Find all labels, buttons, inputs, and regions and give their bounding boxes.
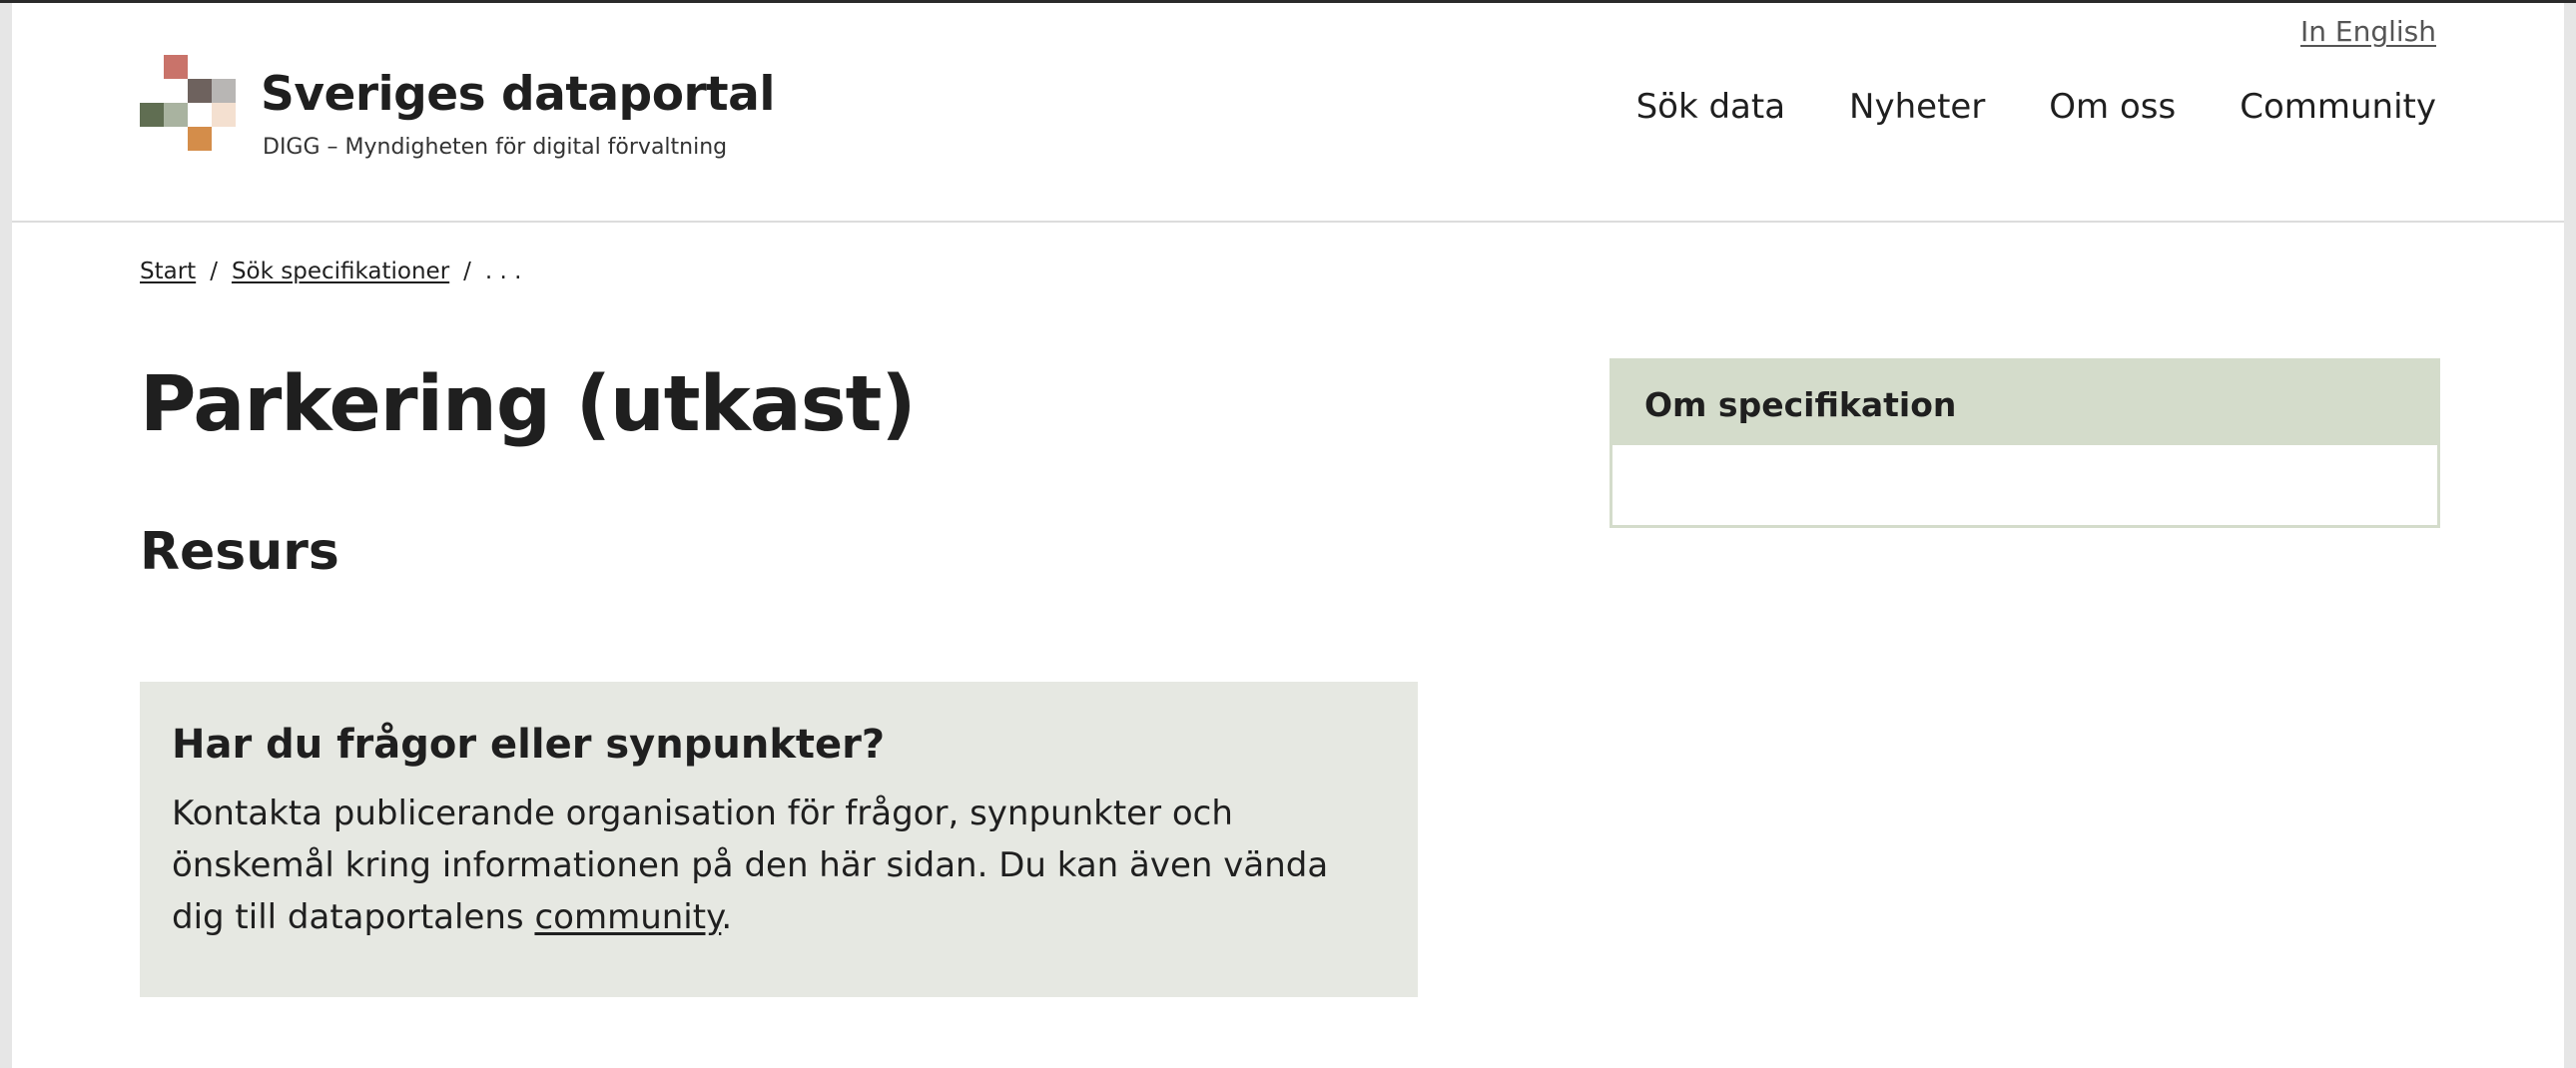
page-title: Parkering (utkast) <box>140 360 917 449</box>
breadcrumb-specifications-link[interactable]: Sök specifikationer <box>232 259 449 284</box>
nav-item-om-oss[interactable]: Om oss <box>2049 87 2176 127</box>
nav-item-nyheter[interactable]: Nyheter <box>1849 87 1985 127</box>
community-link[interactable]: community <box>534 897 721 937</box>
logo-square <box>164 55 188 79</box>
specification-info-card: Om specifikation <box>1610 358 2440 528</box>
feedback-text: Kontakta publicerande organisation för f… <box>172 788 1390 943</box>
language-switch-link[interactable]: In English <box>2300 15 2436 48</box>
site-header: In English Sveriges dataportal DIGG – My… <box>12 3 2564 223</box>
page-container: In English Sveriges dataportal DIGG – My… <box>12 3 2564 1068</box>
breadcrumb-separator: / <box>210 259 218 284</box>
logo-square <box>212 79 236 103</box>
logo-square <box>188 79 212 103</box>
feedback-text-end: . <box>721 897 733 937</box>
nav-item-sok-data[interactable]: Sök data <box>1636 87 1785 127</box>
main-navigation: Sök data Nyheter Om oss Community <box>1636 87 2436 127</box>
logo-square <box>212 103 236 127</box>
logo-square <box>140 103 164 127</box>
breadcrumb-separator: / <box>463 259 471 284</box>
breadcrumb-start-link[interactable]: Start <box>140 259 196 284</box>
card-title: Om specifikation <box>1612 361 2437 445</box>
feedback-box: Har du frågor eller synpunkter? Kontakta… <box>140 682 1418 997</box>
breadcrumb: Start / Sök specifikationer / . . . <box>140 259 521 284</box>
feedback-text-body: Kontakta publicerande organisation för f… <box>172 794 1329 937</box>
nav-item-community[interactable]: Community <box>2240 87 2436 127</box>
logo-square <box>164 103 188 127</box>
logo-square <box>188 127 212 151</box>
site-subtitle: DIGG – Myndigheten för digital förvaltni… <box>263 135 728 160</box>
site-title[interactable]: Sveriges dataportal <box>261 67 775 122</box>
section-heading-resurs: Resurs <box>140 522 339 582</box>
dataportal-logo-icon[interactable] <box>140 55 252 159</box>
breadcrumb-current: . . . <box>484 259 522 284</box>
feedback-title: Har du frågor eller synpunkter? <box>172 722 886 768</box>
